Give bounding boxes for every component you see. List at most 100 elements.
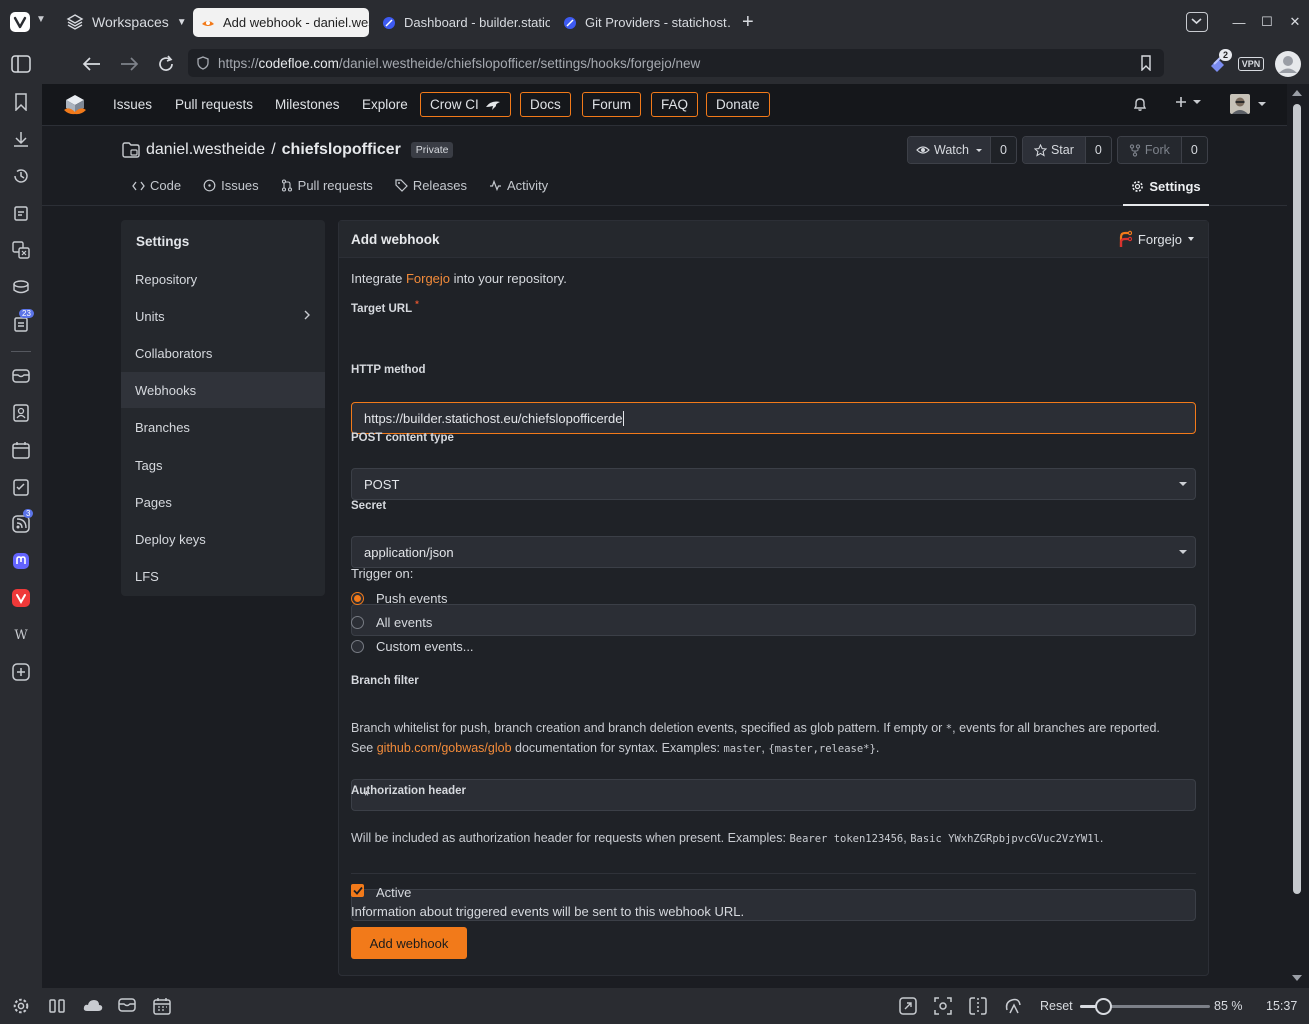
maximize-icon[interactable]: ☐ (1253, 8, 1281, 36)
tab-dashboard[interactable]: Dashboard - builder.statio… (374, 8, 550, 37)
notes-panel-icon[interactable] (11, 203, 31, 223)
panel-toggle-icon[interactable] (9, 52, 33, 76)
wikipedia-icon[interactable]: W (11, 625, 31, 645)
tab-releases[interactable]: Releases (395, 178, 467, 193)
branch-filter-input[interactable]: * (351, 779, 1196, 811)
vivaldi-web-panel-icon[interactable] (11, 588, 31, 608)
menu-item-webhooks[interactable]: Webhooks (121, 372, 325, 408)
zoom-slider[interactable] (1080, 998, 1210, 1015)
tile-tabs-icon[interactable] (48, 997, 66, 1015)
minimize-icon[interactable]: — (1225, 8, 1253, 36)
sync-cloud-icon[interactable] (82, 997, 104, 1015)
workspaces-button[interactable]: Workspaces ▼ (66, 11, 187, 33)
menu-item-repository[interactable]: Repository (121, 261, 325, 297)
trigger-push-events[interactable]: Push events (351, 591, 448, 606)
tab-add-webhook[interactable]: Add webhook - daniel.westl (193, 8, 369, 37)
forward-arrow-icon[interactable] (117, 52, 141, 76)
forgejo-link[interactable]: Forgejo (406, 271, 450, 286)
reading-list-panel-icon[interactable] (11, 277, 31, 297)
back-arrow-icon[interactable] (80, 52, 104, 76)
menu-item-deploy-keys[interactable]: Deploy keys (121, 521, 325, 557)
tab-code[interactable]: Code (132, 178, 181, 193)
radio-button[interactable] (351, 616, 364, 629)
create-new-dropdown[interactable] (1175, 96, 1201, 108)
mail-status-icon[interactable] (118, 997, 136, 1015)
add-web-panel-icon[interactable] (11, 662, 31, 682)
site-info-shield-icon[interactable] (196, 56, 210, 70)
page-actions-icon[interactable] (1004, 997, 1022, 1015)
menu-item-pages[interactable]: Pages (121, 484, 325, 520)
zoom-slider-knob[interactable] (1095, 998, 1113, 1015)
zoom-reset-button[interactable]: Reset (1040, 999, 1073, 1013)
bookmark-icon[interactable] (1140, 55, 1152, 71)
codefloe-logo-icon[interactable] (63, 93, 87, 117)
star-count[interactable]: 0 (1084, 137, 1111, 163)
history-panel-icon[interactable] (11, 166, 31, 186)
nav-pull-requests[interactable]: Pull requests (175, 97, 253, 112)
scroll-thumb[interactable] (1293, 104, 1301, 894)
nav-milestones[interactable]: Milestones (275, 97, 340, 112)
nav-donate[interactable]: Donate (706, 92, 770, 117)
url-field[interactable]: https://codefloe.com/daniel.westheide/ch… (188, 49, 1164, 77)
profile-avatar-icon[interactable] (1274, 50, 1302, 78)
nav-docs[interactable]: Docs (520, 92, 571, 117)
add-webhook-button[interactable]: Add webhook (351, 927, 467, 959)
calendar-status-icon[interactable] (153, 997, 171, 1015)
menu-item-tags[interactable]: Tags (121, 447, 325, 483)
scroll-down-icon[interactable] (1292, 975, 1302, 981)
tasks-icon[interactable] (11, 477, 31, 497)
bookmarks-panel-icon[interactable] (11, 92, 31, 112)
active-label[interactable]: Active (376, 885, 411, 900)
nav-explore[interactable]: Explore (362, 97, 408, 112)
webhook-type-dropdown[interactable]: Forgejo (1118, 230, 1194, 248)
reload-icon[interactable] (154, 52, 178, 76)
new-tab-button[interactable]: + (742, 11, 754, 34)
downloads-panel-icon[interactable] (11, 129, 31, 149)
nav-faq[interactable]: FAQ (651, 92, 699, 117)
scroll-up-icon[interactable] (1292, 90, 1302, 96)
target-url-input[interactable]: https://builder.statichost.eu/chiefslopo… (351, 402, 1196, 434)
trigger-all-events[interactable]: All events (351, 615, 432, 630)
repo-name-link[interactable]: chiefslopofficer (282, 141, 401, 159)
capture-page-icon[interactable] (899, 997, 917, 1015)
tab-list-dropdown-icon[interactable] (1186, 12, 1208, 32)
menu-item-lfs[interactable]: LFS (121, 558, 325, 594)
nav-issues[interactable]: Issues (113, 97, 152, 112)
watch-button[interactable]: Watch (908, 137, 990, 163)
menu-item-units[interactable]: Units (121, 298, 325, 334)
http-method-select[interactable]: POST (351, 468, 1196, 500)
radio-button[interactable] (351, 640, 364, 653)
tab-activity[interactable]: Activity (489, 178, 548, 193)
tab-settings[interactable]: Settings (1123, 168, 1209, 206)
glob-docs-link[interactable]: github.com/gobwas/glob (377, 741, 512, 755)
tab-issues[interactable]: Issues (203, 178, 259, 193)
nav-forum[interactable]: Forum (582, 92, 642, 117)
trigger-custom-events[interactable]: Custom events... (351, 639, 474, 654)
menu-item-collaborators[interactable]: Collaborators (121, 335, 325, 371)
vpn-button[interactable]: VPN (1237, 50, 1265, 78)
page-scrollbar[interactable] (1287, 84, 1309, 988)
vivaldi-menu-icon[interactable] (10, 12, 30, 32)
contacts-icon[interactable] (11, 403, 31, 423)
extension-icon[interactable]: 2 (1206, 49, 1233, 78)
watch-count[interactable]: 0 (989, 137, 1016, 163)
menu-item-branches[interactable]: Branches (121, 409, 325, 445)
page-tiling-icon[interactable] (969, 997, 987, 1015)
active-checkbox[interactable] (351, 884, 364, 897)
content-type-select[interactable]: application/json (351, 536, 1196, 568)
user-menu[interactable] (1230, 94, 1266, 114)
radio-button[interactable] (351, 592, 364, 605)
tab-git-providers[interactable]: Git Providers - statichost… (555, 8, 731, 37)
mastodon-icon[interactable] (11, 551, 31, 571)
screenshot-icon[interactable] (934, 997, 952, 1015)
fork-button[interactable]: Fork (1117, 137, 1181, 163)
settings-gear-icon[interactable] (12, 997, 30, 1015)
fork-count[interactable]: 0 (1180, 137, 1207, 163)
vivaldi-menu-caret-icon[interactable]: ▼ (36, 14, 46, 25)
mail-icon[interactable] (11, 366, 31, 386)
notifications-bell-icon[interactable] (1132, 96, 1148, 112)
secret-input[interactable] (351, 604, 1196, 636)
star-button[interactable]: Star (1022, 137, 1085, 163)
translate-panel-icon[interactable] (11, 240, 31, 260)
tab-pull-requests[interactable]: Pull requests (281, 178, 373, 193)
